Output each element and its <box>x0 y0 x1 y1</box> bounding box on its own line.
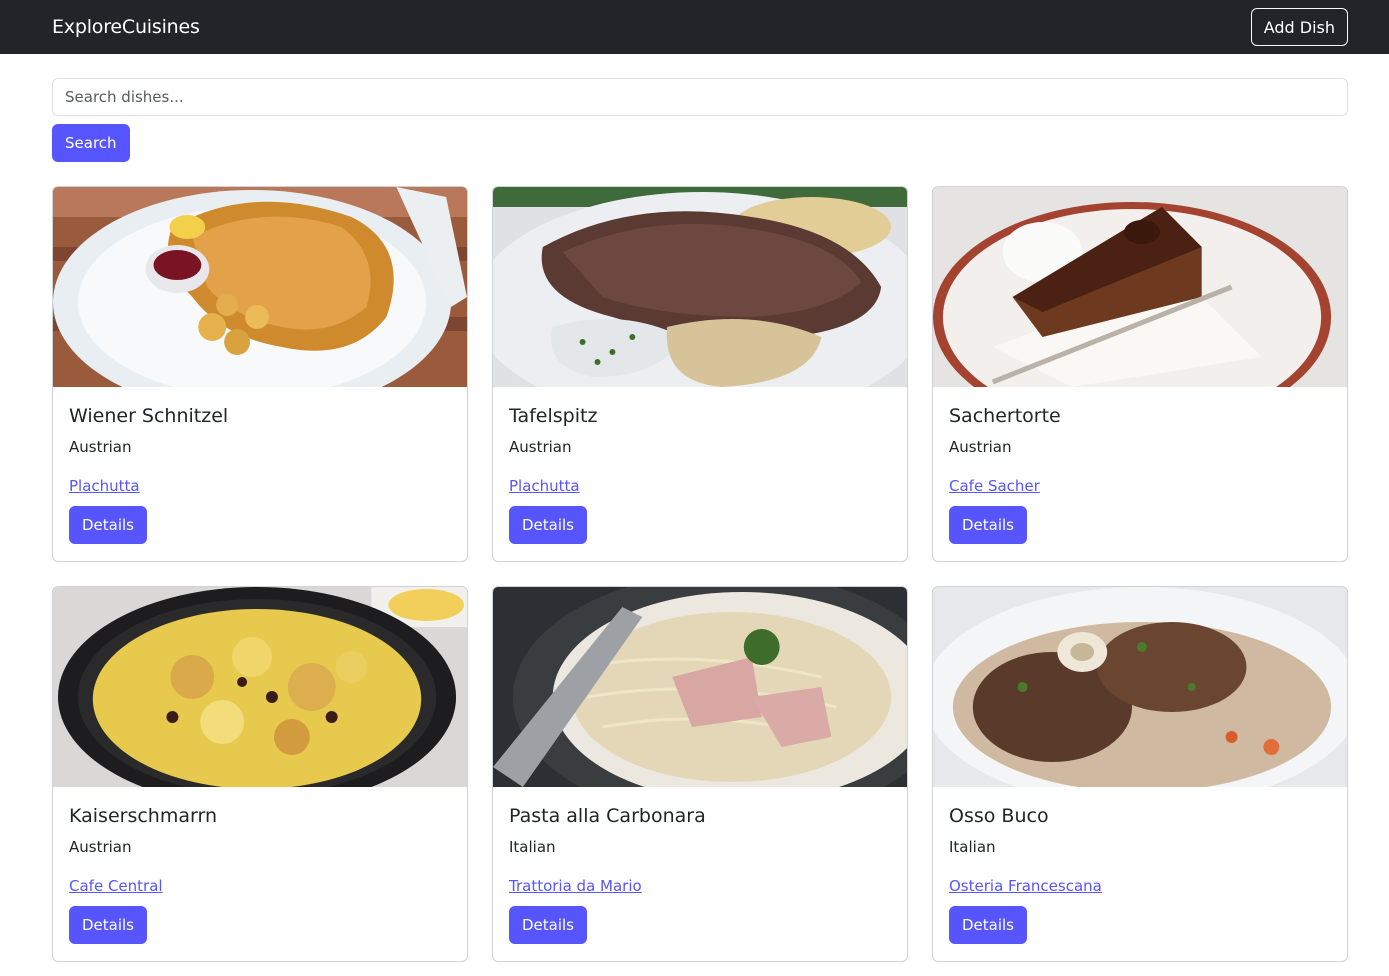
dish-image-osso-buco <box>933 587 1347 787</box>
dish-card: Wiener Schnitzel Austrian Plachutta Deta… <box>52 186 468 562</box>
dish-image-carbonara <box>493 587 907 787</box>
dish-name: Kaiserschmarrn <box>69 805 217 827</box>
dish-name: Sachertorte <box>949 405 1061 427</box>
dish-card: Pasta alla Carbonara Italian Trattoria d… <box>492 586 908 962</box>
card-body: Kaiserschmarrn Austrian Cafe Central Det… <box>53 787 467 944</box>
details-button[interactable]: Details <box>949 906 1028 944</box>
dish-image-kaiserschmarrn <box>53 587 467 787</box>
restaurant-link[interactable]: Cafe Sacher <box>949 476 1040 496</box>
dish-card: Kaiserschmarrn Austrian Cafe Central Det… <box>52 586 468 962</box>
restaurant-link[interactable]: Osteria Francescana <box>949 876 1102 896</box>
top-navbar: ExploreCuisines Add Dish <box>0 0 1389 54</box>
restaurant-link[interactable]: Plachutta <box>509 476 580 496</box>
dish-name: Wiener Schnitzel <box>69 405 229 427</box>
details-button[interactable]: Details <box>949 506 1028 544</box>
restaurant-link[interactable]: Trattoria da Mario <box>509 876 642 896</box>
search-button[interactable]: Search <box>52 124 130 162</box>
dish-card: Sachertorte Austrian Cafe Sacher Details <box>932 186 1348 562</box>
dish-name: Tafelspitz <box>509 405 598 427</box>
add-dish-button[interactable]: Add Dish <box>1250 8 1348 46</box>
dish-cuisine: Italian <box>949 838 996 856</box>
details-button[interactable]: Details <box>69 506 148 544</box>
card-body: Sachertorte Austrian Cafe Sacher Details <box>933 387 1347 544</box>
restaurant-link[interactable]: Plachutta <box>69 476 140 496</box>
dish-cuisine: Austrian <box>509 438 572 456</box>
dish-name: Osso Buco <box>949 805 1049 827</box>
dish-name: Pasta alla Carbonara <box>509 805 706 827</box>
dish-cuisine: Austrian <box>949 438 1012 456</box>
details-button[interactable]: Details <box>509 906 588 944</box>
dish-grid: Wiener Schnitzel Austrian Plachutta Deta… <box>52 186 1348 962</box>
restaurant-link[interactable]: Cafe Central <box>69 876 163 896</box>
search-input[interactable] <box>52 78 1348 116</box>
dish-card: Osso Buco Italian Osteria Francescana De… <box>932 586 1348 962</box>
card-body: Wiener Schnitzel Austrian Plachutta Deta… <box>53 387 467 544</box>
details-button[interactable]: Details <box>69 906 148 944</box>
brand-logo-text[interactable]: ExploreCuisines <box>52 16 200 38</box>
dish-card: Tafelspitz Austrian Plachutta Details <box>492 186 908 562</box>
dish-cuisine: Austrian <box>69 838 132 856</box>
dish-image-sachertorte <box>933 187 1347 387</box>
card-body: Osso Buco Italian Osteria Francescana De… <box>933 787 1347 944</box>
card-body: Tafelspitz Austrian Plachutta Details <box>493 387 907 544</box>
dish-cuisine: Italian <box>509 838 556 856</box>
dish-cuisine: Austrian <box>69 438 132 456</box>
details-button[interactable]: Details <box>509 506 588 544</box>
dish-image-tafelspitz <box>493 187 907 387</box>
card-body: Pasta alla Carbonara Italian Trattoria d… <box>493 787 907 944</box>
main-content: Search dishes... Search Wiener Schnitzel… <box>0 54 1389 962</box>
dish-image-schnitzel <box>53 187 467 387</box>
